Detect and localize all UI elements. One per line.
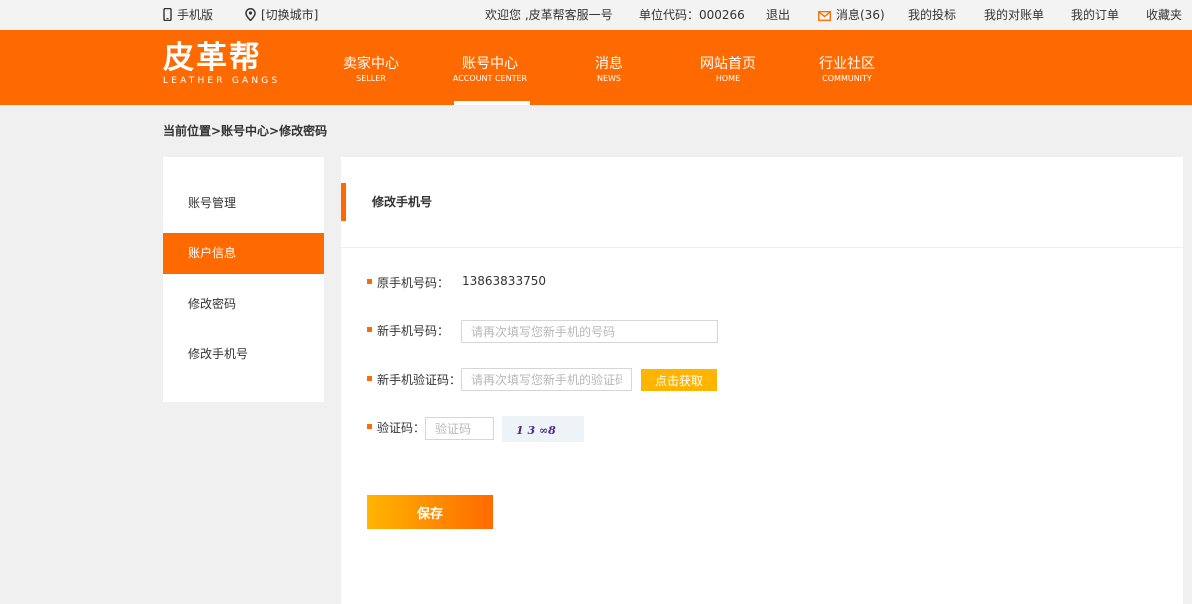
new-code-input[interactable] [461, 368, 632, 391]
nav-account-center-sub: ACCOUNT CENTER [452, 74, 528, 83]
bullet-marker [367, 424, 372, 429]
nav-home[interactable]: 网站首页 HOME [678, 30, 778, 105]
nav-news-sub: NEWS [596, 74, 622, 83]
page-title: 修改手机号 [341, 183, 432, 221]
nav-community-sub: COMMUNITY [822, 74, 872, 83]
sidebar-item-account-management[interactable]: 账号管理 [163, 183, 324, 224]
bullet-marker [367, 279, 372, 284]
nav-news[interactable]: 消息 NEWS [559, 30, 659, 105]
favorites-link[interactable]: 收藏夹 [1146, 0, 1182, 30]
messages-label: 消息(36) [836, 8, 885, 22]
city-label: [切换城市] [261, 8, 319, 22]
captcha-label: 验证码： [367, 419, 425, 436]
mail-icon [818, 11, 831, 21]
nav-seller-sub: SELLER [356, 74, 386, 83]
captcha-image[interactable]: 1 3 ∞8 [502, 416, 584, 442]
orders-link[interactable]: 我的订单 [1071, 0, 1119, 30]
captcha-text: 1 3 ∞8 [516, 424, 556, 437]
welcome-text: 欢迎您 ,皮革帮客服一号 [485, 8, 613, 22]
old-phone-value: 13863833750 [462, 274, 546, 288]
old-phone-label: 原手机号码： [367, 274, 449, 291]
title-divider [341, 247, 1183, 248]
nav-community[interactable]: 行业社区 COMMUNITY [797, 30, 897, 105]
new-phone-label: 新手机号码： [367, 322, 449, 339]
captcha-graphic: 1 3 ∞8 [516, 424, 556, 437]
captcha-label-text: 验证码： [377, 421, 426, 435]
new-code-label-text: 新手机验证码： [377, 373, 462, 387]
nav-account-center[interactable]: 账号中心 ACCOUNT CENTER [440, 30, 540, 105]
statements-link[interactable]: 我的对账单 [984, 0, 1044, 30]
new-phone-input[interactable] [461, 320, 718, 343]
main-panel: 修改手机号 原手机号码： 13863833750 新手机号码： 新手机验证码： … [341, 157, 1183, 604]
complaints-link[interactable]: 我的投标 [908, 0, 956, 30]
sidebar: 账号管理 账户信息 修改密码 修改手机号 [163, 157, 324, 402]
nav-seller-label: 卖家中心 [343, 56, 399, 72]
nav-home-label: 网站首页 [700, 56, 756, 72]
location-pin-icon [245, 8, 256, 22]
nav-community-label: 行业社区 [819, 56, 875, 72]
get-code-button[interactable]: 点击获取 [641, 369, 717, 391]
nav-news-label: 消息 [595, 56, 623, 72]
sidebar-item-change-password[interactable]: 修改密码 [163, 284, 324, 325]
switch-city-link[interactable]: [切换城市] [245, 0, 318, 30]
nav-seller[interactable]: 卖家中心 SELLER [321, 30, 421, 105]
bullet-marker [367, 327, 372, 332]
breadcrumb: 当前位置>账号中心>修改密码 [163, 124, 328, 138]
nav-home-sub: HOME [715, 74, 741, 83]
unit-code: 单位代码：000266 [639, 8, 745, 22]
messages-link[interactable]: 消息(36) [818, 0, 885, 30]
phone-icon [163, 7, 172, 22]
logo-en: LEATHER GANGS [163, 76, 281, 86]
sidebar-item-change-phone[interactable]: 修改手机号 [163, 334, 324, 375]
mobile-link[interactable]: 手机版 [163, 0, 213, 30]
new-phone-label-text: 新手机号码： [377, 324, 450, 338]
old-phone-label-text: 原手机号码： [377, 276, 450, 290]
sidebar-item-account-info[interactable]: 账户信息 [163, 233, 324, 274]
header: 皮革帮 LEATHER GANGS 卖家中心 SELLER 账号中心 ACCOU… [0, 30, 1192, 105]
logo-cn: 皮革帮 [163, 40, 262, 76]
save-button[interactable]: 保存 [367, 495, 493, 529]
mobile-label: 手机版 [177, 8, 214, 22]
logout-link[interactable]: 退出 [766, 0, 790, 30]
logo[interactable]: 皮革帮 LEATHER GANGS [163, 42, 280, 87]
top-bar: 手机版 [切换城市] 欢迎您 ,皮革帮客服一号 单位代码：000266 退出 消… [0, 0, 1192, 30]
nav-account-center-label: 账号中心 [462, 56, 518, 72]
bullet-marker [367, 376, 372, 381]
captcha-input[interactable] [425, 417, 494, 440]
new-code-label: 新手机验证码： [367, 371, 461, 388]
